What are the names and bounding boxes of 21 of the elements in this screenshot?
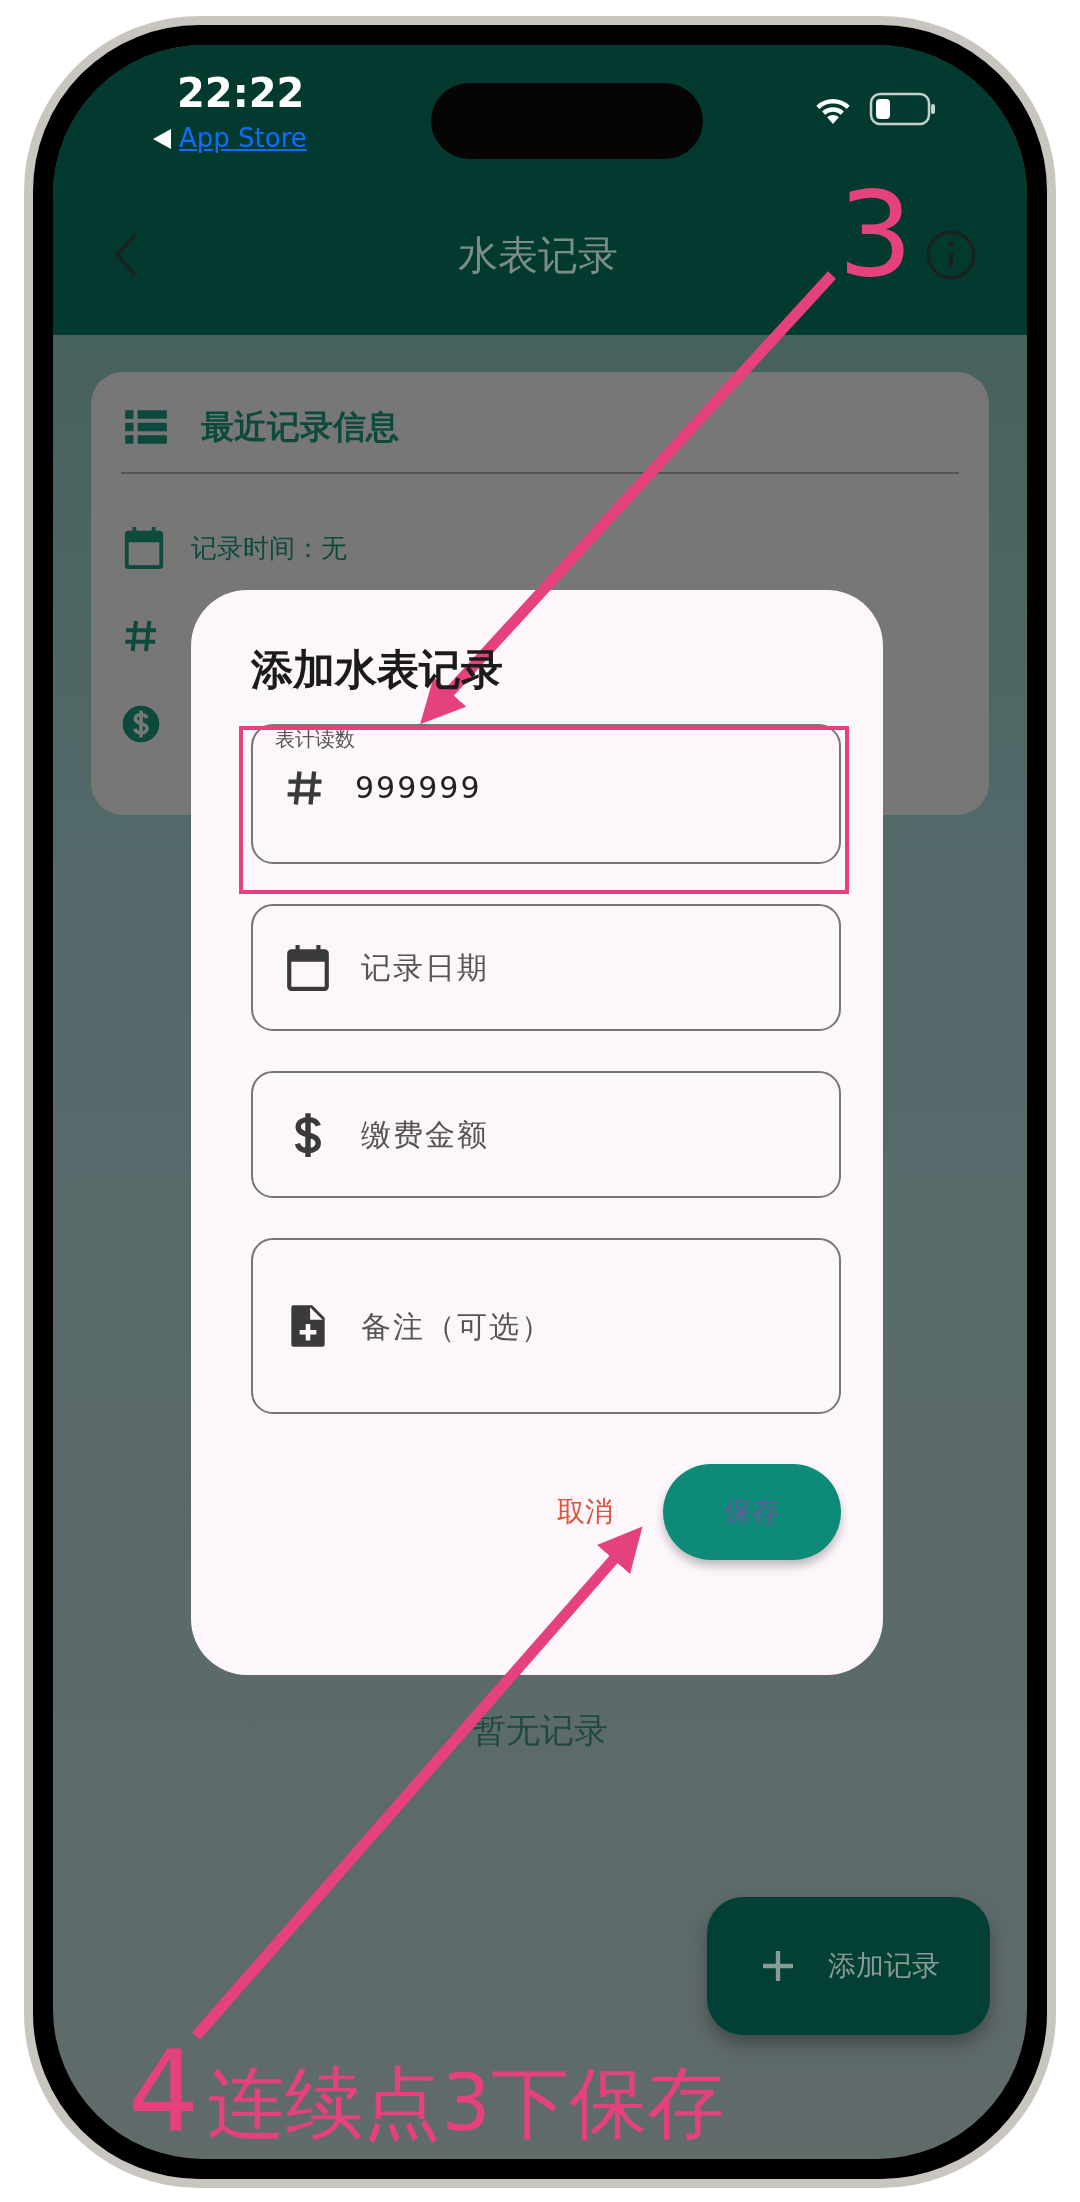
triangle-icon: [153, 128, 171, 149]
status-time: 22:22: [176, 73, 306, 113]
battery-icon: [869, 92, 937, 126]
cancel-button[interactable]: 取消: [557, 1491, 613, 1533]
record-time-text: 记录时间：无: [191, 531, 347, 565]
input-field[interactable]: 记录日期: [251, 904, 841, 1031]
annotation-caption: 连续点3下保存: [207, 2061, 725, 2147]
input-field[interactable]: 备注（可选）: [251, 1238, 841, 1414]
annotation-number: 4: [128, 2030, 200, 2154]
input-field[interactable]: 表计读数 999999: [251, 724, 841, 864]
input-field[interactable]: 缴费金额: [251, 1071, 841, 1198]
add-record-button[interactable]: 添加记录: [707, 1897, 990, 2035]
field-value[interactable]: 记录日期: [359, 944, 739, 991]
page-title: 水表记录: [458, 231, 618, 280]
field-value[interactable]: 缴费金额: [359, 1111, 739, 1158]
card-title: 最近记录信息: [201, 406, 399, 449]
back-link[interactable]: App Store: [153, 119, 307, 158]
field-value[interactable]: 999999: [353, 764, 733, 811]
annotation-number: 3: [838, 170, 914, 300]
dollar-circle-icon: [121, 704, 161, 744]
field-value[interactable]: 备注（可选）: [359, 1302, 739, 1350]
